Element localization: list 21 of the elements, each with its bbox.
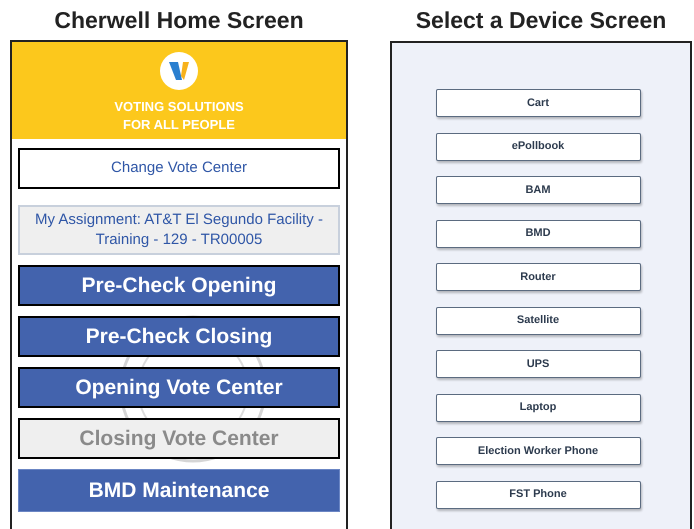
device-button[interactable]: Laptop bbox=[436, 394, 640, 422]
action-button[interactable]: Opening Vote Center bbox=[18, 367, 340, 408]
device-button[interactable]: UPS bbox=[436, 350, 640, 378]
device-button[interactable]: BAM bbox=[436, 176, 640, 204]
change-vote-center-button[interactable]: Change Vote Center bbox=[18, 148, 340, 189]
device-button[interactable]: ePollbook bbox=[436, 132, 640, 160]
tagline-text: FOR ALL PEOPLE bbox=[123, 116, 235, 134]
panel-title: Cherwell Home Screen bbox=[53, 6, 305, 35]
panel-title: Select a Device Screen bbox=[414, 6, 668, 36]
action-button[interactable]: Pre-Check Closing bbox=[18, 316, 340, 357]
tagline-text: VOTING SOLUTIONS bbox=[114, 98, 244, 116]
assignment-banner: My Assignment: AT&T El Segundo Facility - Training - 129 - TR00005 bbox=[18, 205, 340, 255]
device-button[interactable]: Router bbox=[436, 263, 640, 291]
device-button[interactable]: Election Worker Phone bbox=[436, 437, 640, 465]
device-button[interactable]: BMD bbox=[436, 220, 640, 248]
action-button[interactable]: BMD Maintenance bbox=[18, 469, 340, 512]
device-button[interactable]: Satellite bbox=[436, 306, 640, 334]
device-button[interactable]: Cart bbox=[436, 89, 640, 117]
action-button[interactable]: Pre-Check Opening bbox=[18, 265, 340, 306]
logo-icon bbox=[160, 52, 198, 90]
device-button[interactable]: FST Phone bbox=[436, 480, 640, 508]
